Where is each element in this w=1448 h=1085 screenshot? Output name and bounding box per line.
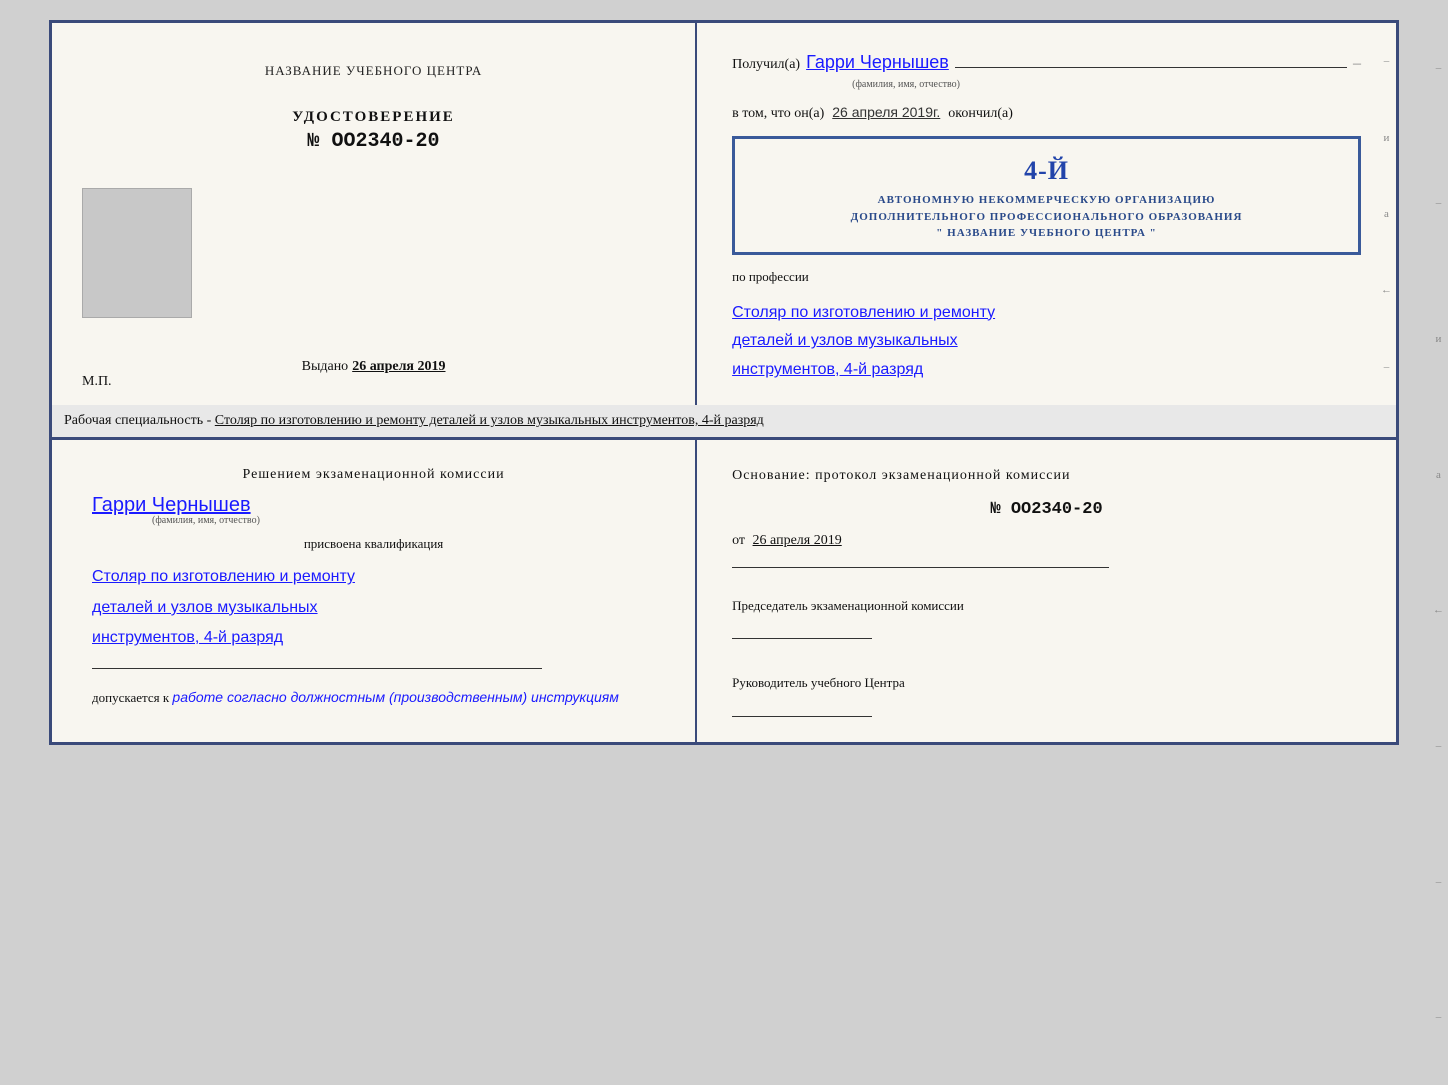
admitted-text: работе согласно должностным (производств… (172, 689, 618, 705)
date-line-top: в том, что он(а) 26 апреля 2019г. окончи… (732, 104, 1361, 122)
assigned-label: присвоена квалификация (92, 536, 655, 552)
side-decorations-bottom: – – и а ← – – – (1433, 0, 1444, 1085)
qualification-text: Столяр по изготовлению и ремонту деталей… (92, 562, 655, 653)
recipient-name-top: Гарри Чернышев (806, 52, 949, 73)
description-text: Рабочая специальность - Столяр по изгото… (64, 413, 764, 428)
in-that-label: в том, что он(а) (732, 106, 824, 122)
qualification-underline (92, 668, 542, 669)
stamp-line3: " НАЗВАНИЕ УЧЕБНОГО ЦЕНТРА " (751, 225, 1342, 242)
stamp-number: 4-й (751, 151, 1342, 190)
director-block: Руководитель учебного Центра (732, 673, 1361, 717)
chairman-signature (732, 619, 872, 639)
description-line: Рабочая специальность - Столяр по изгото… (49, 405, 1399, 437)
mp-label: М.П. (82, 374, 112, 390)
profession-label-top: по профессии (732, 269, 1361, 285)
protocol-number: № OO2340-20 (732, 500, 1361, 519)
cert-date-top: 26 апреля 2019г. (832, 104, 940, 120)
photo-placeholder (82, 188, 192, 318)
side-decorations-top: – и а ← – (1381, 23, 1392, 405)
cert-number: № OO2340-20 (92, 130, 655, 153)
org-name-header: НАЗВАНИЕ УЧЕБНОГО ЦЕНТРА (92, 63, 655, 79)
chairman-block: Председатель экзаменационной комиссии (732, 596, 1361, 640)
chairman-label: Председатель экзаменационной комиссии (732, 596, 1361, 616)
admitted-label: допускается к (92, 690, 169, 705)
stamp-line1: АВТОНОМНУЮ НЕКОММЕРЧЕСКУЮ ОРГАНИЗАЦИЮ (751, 192, 1342, 209)
issued-date: 26 апреля 2019 (352, 359, 445, 374)
protocol-date: от 26 апреля 2019 (732, 533, 1361, 549)
certificate-top: НАЗВАНИЕ УЧЕБНОГО ЦЕНТРА УДОСТОВЕРЕНИЕ №… (49, 20, 1399, 405)
certificate-bottom: Решением экзаменационной комиссии Гарри … (49, 437, 1399, 745)
cert-title: УДОСТОВЕРЕНИЕ (92, 109, 655, 126)
name-hint-bottom: (фамилия, имя, отчество) (152, 515, 655, 526)
stamp-line2: ДОПОЛНИТЕЛЬНОГО ПРОФЕССИОНАЛЬНОГО ОБРАЗО… (751, 209, 1342, 226)
recipient-line: Получил(а) Гарри Чернышев – (732, 48, 1361, 73)
stamp-block: 4-й АВТОНОМНУЮ НЕКОММЕРЧЕСКУЮ ОРГАНИЗАЦИ… (732, 136, 1361, 255)
date-prefix: от (732, 533, 745, 548)
cert-title-block: УДОСТОВЕРЕНИЕ № OO2340-20 (92, 109, 655, 153)
profession-text-top: Столяр по изготовлению и ремонту деталей… (732, 299, 1361, 385)
cert-bottom-left: Решением экзаменационной комиссии Гарри … (52, 440, 697, 742)
divider-bottom (732, 567, 1109, 568)
basis-title: Основание: протокол экзаменационной коми… (732, 465, 1361, 486)
protocol-date-value: 26 апреля 2019 (753, 533, 842, 548)
cert-bottom-right: Основание: протокол экзаменационной коми… (697, 440, 1396, 742)
cert-issued-block: Выдано 26 апреля 2019 (302, 357, 446, 375)
finished-label: окончил(а) (948, 106, 1013, 122)
director-signature (732, 697, 872, 717)
received-label: Получил(а) (732, 57, 800, 73)
recipient-name-bottom: Гарри Чернышев (92, 494, 655, 517)
director-label: Руководитель учебного Центра (732, 673, 1361, 693)
decision-title: Решением экзаменационной комиссии (92, 465, 655, 485)
name-hint-top: (фамилия, имя, отчество) (852, 79, 1361, 90)
admitted-block: допускается к работе согласно должностны… (92, 689, 655, 706)
cert-top-left: НАЗВАНИЕ УЧЕБНОГО ЦЕНТРА УДОСТОВЕРЕНИЕ №… (52, 23, 697, 405)
recipient-bottom: Гарри Чернышев (фамилия, имя, отчество) (92, 494, 655, 526)
issued-label: Выдано (302, 359, 349, 374)
description-specialty: Столяр по изготовлению и ремонту деталей… (215, 413, 764, 428)
cert-top-right: Получил(а) Гарри Чернышев – (фамилия, им… (697, 23, 1396, 405)
